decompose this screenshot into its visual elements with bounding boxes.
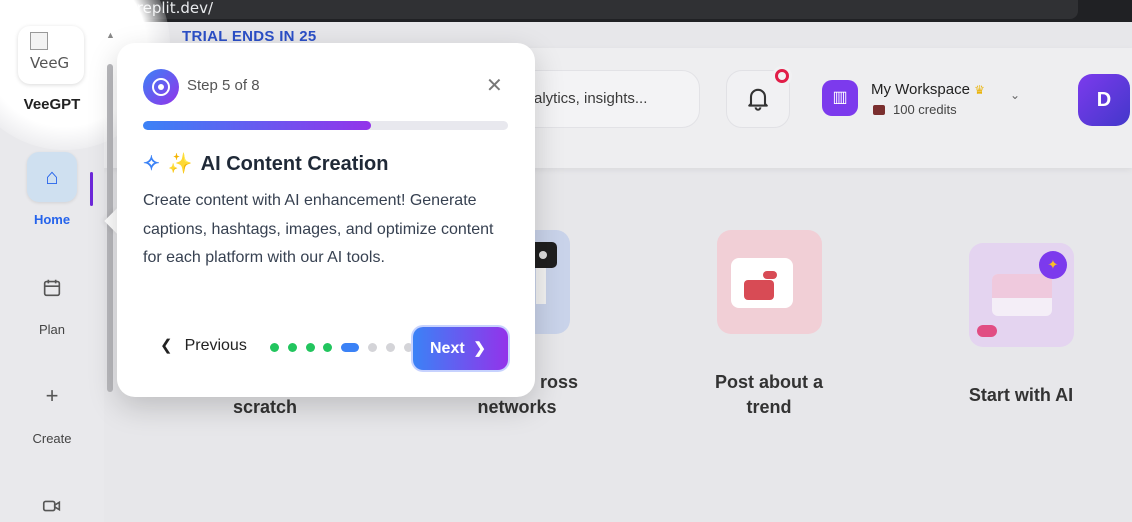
sidebar-item-video[interactable] (0, 480, 104, 522)
video-icon (27, 480, 77, 522)
next-label: Next (430, 340, 465, 357)
card-title-trend-line2[interactable]: trend (694, 395, 844, 420)
card-illustration (536, 268, 546, 304)
workspace-name: My Workspace (871, 81, 970, 98)
plus-icon: + (45, 383, 59, 408)
target-icon (143, 69, 179, 105)
tour-progress-fill (143, 121, 372, 130)
card-title-cross-line2[interactable]: networks (462, 395, 572, 420)
folder-icon (744, 280, 774, 300)
notification-badge (772, 66, 792, 86)
crown-icon: ♛ (974, 83, 985, 97)
card-title-scratch[interactable]: scratch (200, 395, 330, 420)
sparkles-icon: ✧ (143, 153, 160, 175)
workspace-building-icon[interactable]: ▥ (822, 80, 858, 116)
chevron-down-icon[interactable]: ⌄ (1010, 88, 1020, 102)
search-placeholder: alytics, insights... (534, 90, 648, 107)
step-dot[interactable] (305, 343, 315, 352)
step-dot[interactable] (403, 343, 413, 352)
previous-button[interactable]: ❮ Previous (160, 336, 247, 362)
card-illustration (992, 274, 1052, 298)
workspace-credits: 100 credits (873, 102, 957, 117)
sparkle-emoji: ✨ (167, 153, 193, 175)
step-dot[interactable] (287, 343, 297, 352)
sidebar-item-plan[interactable]: Plan (0, 262, 104, 337)
sidebar-item-label: Plan (38, 322, 66, 337)
sparkle-icon: ✦ (1039, 251, 1067, 279)
user-avatar[interactable]: D (1078, 74, 1130, 126)
card-title-ai[interactable]: Start with AI (946, 383, 1096, 408)
bell-icon (748, 88, 768, 111)
logo-alt-text: VeeG (30, 54, 70, 72)
tour-progress-bar (143, 121, 508, 130)
tour-body: Create content with AI enhancement! Gene… (143, 192, 494, 266)
tour-title: ✧ ✨ AI Content Creation (143, 151, 388, 176)
step-dot[interactable] (270, 343, 279, 352)
calendar-icon (27, 262, 77, 312)
tag-icon (763, 271, 777, 279)
brand-name: VeeGPT (23, 96, 81, 113)
step-dot[interactable] (341, 343, 360, 352)
credits-text: 100 credits (893, 102, 957, 117)
briefcase-icon (873, 105, 885, 115)
sidebar-item-create[interactable]: + Create (0, 371, 104, 446)
sidebar-item-home[interactable]: ⌂ Home (0, 152, 104, 227)
tag-icon (977, 325, 997, 337)
browser-toolbar: ← → ↻ ⛓ .replit.dev/ (0, 0, 1132, 22)
sidebar-item-label: Home (33, 212, 71, 227)
card-title-trend-line1[interactable]: Post about a (694, 370, 844, 395)
tour-title-text: AI Content Creation (200, 153, 389, 175)
home-icon: ⌂ (27, 152, 77, 202)
workspace-switcher[interactable]: My Workspace ♛ (871, 81, 985, 98)
step-dot[interactable] (386, 343, 395, 352)
chevron-left-icon: ❮ (160, 337, 173, 354)
step-counter: Step 5 of 8 (187, 77, 260, 94)
active-indicator (90, 172, 93, 206)
chevron-right-icon: ❯ (473, 340, 486, 357)
broken-image-icon (30, 32, 48, 50)
scroll-up-arrow-icon[interactable]: ▲ (106, 30, 115, 40)
address-bar[interactable] (108, 0, 1078, 19)
card-title-cross-line1[interactable]: ross (540, 370, 580, 395)
previous-label: Previous (184, 337, 247, 354)
logo[interactable]: VeeG (18, 26, 84, 84)
sidebar-item-label: Create (32, 431, 72, 446)
close-icon[interactable]: ✕ (486, 76, 503, 96)
next-button[interactable]: Next ❯ (413, 327, 508, 370)
